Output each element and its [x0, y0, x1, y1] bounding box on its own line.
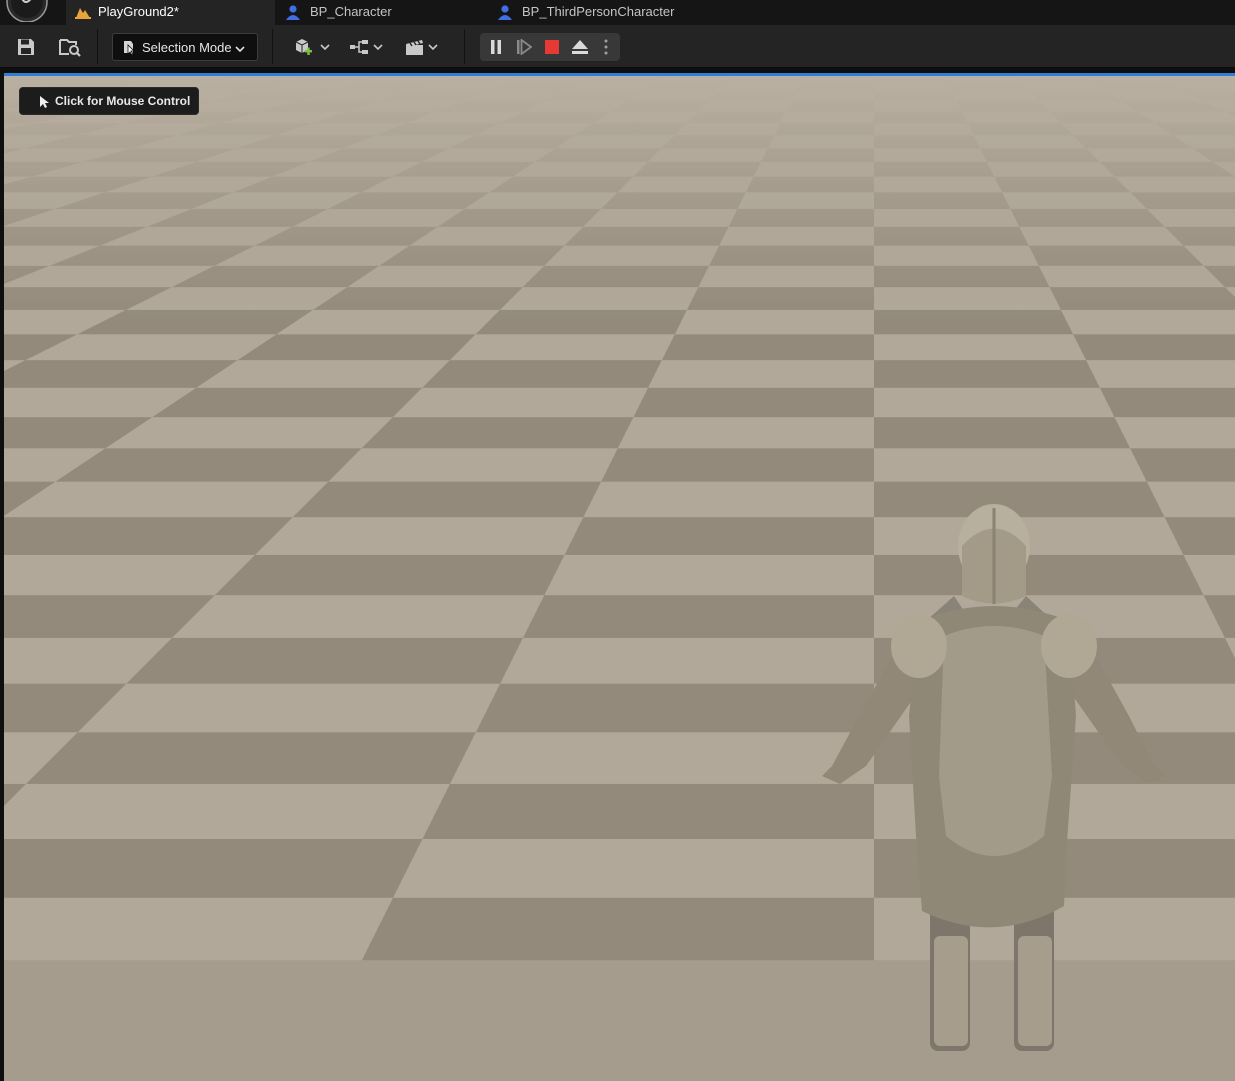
toolbar-separator: [272, 29, 273, 64]
clapperboard-icon: [406, 40, 423, 55]
eject-button[interactable]: [566, 33, 594, 61]
blueprint-character-icon: [286, 5, 300, 20]
mouse-control-hint[interactable]: Click for Mouse Control: [19, 87, 199, 115]
quick-add-button[interactable]: [290, 34, 332, 60]
viewport-scene: [4, 76, 1235, 1081]
level-viewport[interactable]: Click for Mouse Control: [4, 76, 1235, 1081]
select-cursor-icon: [124, 41, 135, 55]
mouse-control-label: Click for Mouse Control: [55, 94, 191, 108]
frame-skip-icon: [517, 39, 532, 55]
tab-label: PlayGround2*: [98, 4, 179, 19]
more-options-button[interactable]: [594, 33, 618, 61]
selection-mode-dropdown[interactable]: Selection Mode: [112, 33, 258, 61]
toolbar-separator: [97, 29, 98, 64]
tab-label: BP_Character: [310, 4, 392, 19]
tab-bp-thirdpersoncharacter[interactable]: BP_ThirdPersonCharacter: [487, 0, 707, 25]
tab-playground2[interactable]: PlayGround2*: [66, 0, 275, 25]
content-browser-icon: [59, 39, 81, 57]
tab-label: BP_ThirdPersonCharacter: [522, 4, 675, 19]
chevron-down-icon: [428, 44, 438, 50]
save-icon: [18, 39, 34, 55]
document-tab-bar: PlayGround2* BP_Character BP_ThirdPerson…: [0, 0, 1235, 25]
browse-button[interactable]: [56, 34, 84, 60]
blueprint-character-icon: [498, 5, 512, 20]
chevron-down-icon: [320, 44, 330, 50]
more-options-icon: [604, 39, 608, 55]
stop-button[interactable]: [538, 33, 566, 61]
cinematics-button[interactable]: [400, 34, 442, 60]
frame-skip-button[interactable]: [510, 33, 538, 61]
eject-icon: [572, 40, 588, 54]
cursor-icon: [40, 96, 49, 108]
chevron-down-icon: [373, 44, 383, 50]
level-editor-toolbar: Selection Mode: [0, 25, 1235, 68]
save-button[interactable]: [14, 34, 38, 60]
tab-bp-character[interactable]: BP_Character: [275, 0, 487, 25]
blueprints-button[interactable]: [346, 34, 386, 60]
toolbar-separator: [464, 29, 465, 64]
unreal-logo-icon[interactable]: [4, 0, 50, 22]
pause-icon: [491, 40, 501, 54]
quick-add-icon: [295, 39, 312, 55]
pause-button[interactable]: [482, 33, 510, 61]
play-controls: [480, 33, 620, 61]
level-icon: [75, 8, 91, 19]
selection-mode-label: Selection Mode: [142, 40, 232, 55]
stop-icon: [545, 40, 559, 54]
chevron-down-icon: [235, 46, 245, 52]
blueprints-icon: [350, 40, 368, 54]
